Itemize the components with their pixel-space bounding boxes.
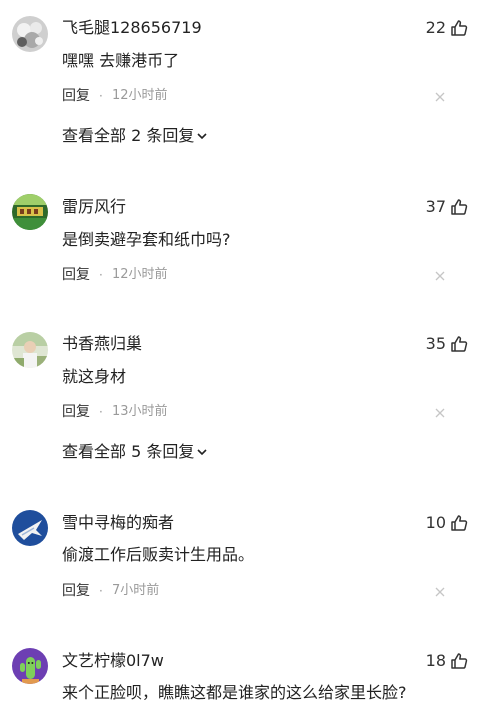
timestamp: 12小时前 (112, 267, 168, 282)
reply-button[interactable]: 回复 (62, 582, 90, 600)
like-count: 18 (425, 651, 446, 670)
separator-dot: · (99, 89, 103, 103)
username[interactable]: 书香燕归巢 (62, 334, 142, 354)
view-all-label: 查看全部 5 条回复 (62, 442, 195, 461)
username[interactable]: 雷厉风行 (62, 197, 126, 217)
avatar[interactable] (12, 648, 48, 684)
thumbs-up-icon[interactable] (450, 198, 468, 216)
reply-button[interactable]: 回复 (62, 266, 90, 284)
thumbs-up-icon[interactable] (450, 19, 468, 37)
timestamp: 13小时前 (112, 404, 168, 419)
chevron-down-icon (196, 446, 208, 458)
comment-text: 嘿嘿 去赚港币了 (62, 51, 180, 70)
close-icon[interactable] (434, 586, 446, 598)
separator-dot: · (99, 584, 103, 598)
reply-button[interactable]: 回复 (62, 87, 90, 105)
view-all-replies-button[interactable]: 查看全部 2 条回复 (62, 126, 208, 146)
comment-text: 就这身材 (62, 367, 127, 386)
avatar[interactable] (12, 194, 48, 230)
comment-text: 偷渡工作后贩卖计生用品。 (62, 545, 255, 564)
thumbs-up-icon[interactable] (450, 335, 468, 353)
chevron-down-icon (196, 130, 208, 142)
timestamp: 12小时前 (112, 88, 168, 103)
close-icon[interactable] (434, 270, 446, 282)
thumbs-up-icon[interactable] (450, 514, 468, 532)
view-all-label: 查看全部 2 条回复 (62, 126, 195, 145)
avatar[interactable] (12, 510, 48, 546)
username[interactable]: 雪中寻梅的痴者 (62, 513, 174, 533)
avatar[interactable] (12, 332, 48, 368)
view-all-replies-button[interactable]: 查看全部 5 条回复 (62, 442, 208, 462)
timestamp: 7小时前 (112, 583, 160, 598)
comment-text: 来个正脸呗，瞧瞧这都是谁家的这么给家里长脸? (62, 683, 407, 702)
avatar[interactable] (12, 16, 48, 52)
separator-dot: · (99, 268, 103, 282)
like-count: 37 (425, 197, 446, 216)
thumbs-up-icon[interactable] (450, 652, 468, 670)
close-icon[interactable] (434, 91, 446, 103)
reply-button[interactable]: 回复 (62, 403, 90, 421)
separator-dot: · (99, 405, 103, 419)
close-icon[interactable] (434, 407, 446, 419)
like-count: 22 (425, 18, 446, 37)
like-count: 35 (425, 334, 446, 353)
username[interactable]: 文艺柠檬0l7w (62, 651, 164, 671)
like-count: 10 (425, 513, 446, 532)
username[interactable]: 飞毛腿128656719 (62, 18, 202, 38)
comment-text: 是倒卖避孕套和纸巾吗? (62, 230, 231, 249)
